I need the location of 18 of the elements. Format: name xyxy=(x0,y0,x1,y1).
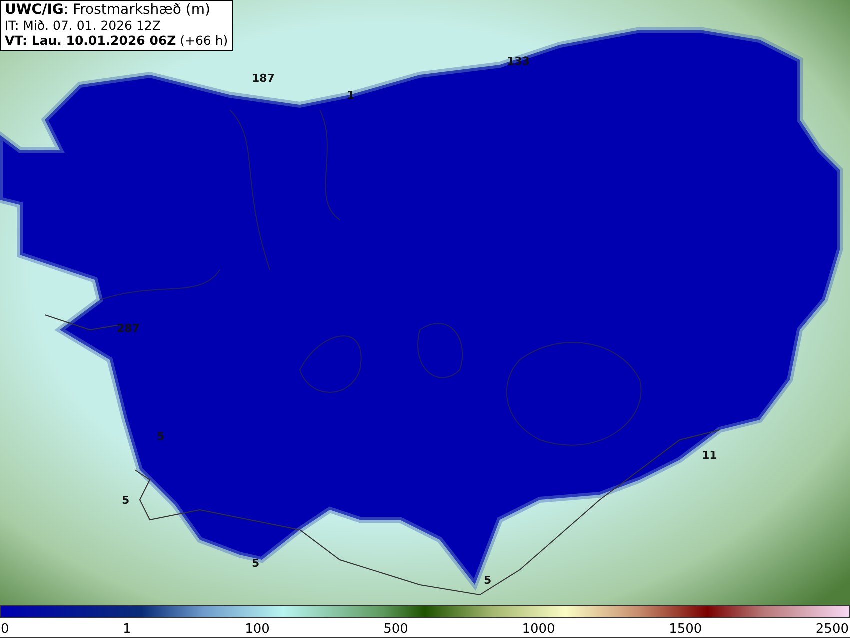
valid-time: VT: Lau. 10.01.2026 06Z (+66 h) xyxy=(5,33,228,48)
value-label: 187 xyxy=(252,73,275,85)
scale-tick-label: 1000 xyxy=(522,622,556,637)
value-label: 287 xyxy=(117,323,140,335)
value-label: 5 xyxy=(122,495,130,507)
value-label: 133 xyxy=(507,56,530,68)
value-label: 5 xyxy=(252,558,260,570)
scale-tick-label: 100 xyxy=(245,622,270,637)
scale-tick-label: 1 xyxy=(123,622,132,637)
scale-tick-label: 500 xyxy=(384,622,408,637)
scale-tick-label: 1500 xyxy=(669,622,702,637)
scale-tick-label: 2500 xyxy=(816,622,849,637)
value-label: 5 xyxy=(484,575,492,587)
scale-tick-label: 0 xyxy=(1,622,10,637)
value-label: 5 xyxy=(157,431,165,443)
map-title: UWC/IG: Frostmarkshæð (m) xyxy=(5,3,212,18)
value-label: 11 xyxy=(702,450,718,462)
initial-time: IT: Mið. 07. 01. 2026 12Z xyxy=(5,18,162,33)
